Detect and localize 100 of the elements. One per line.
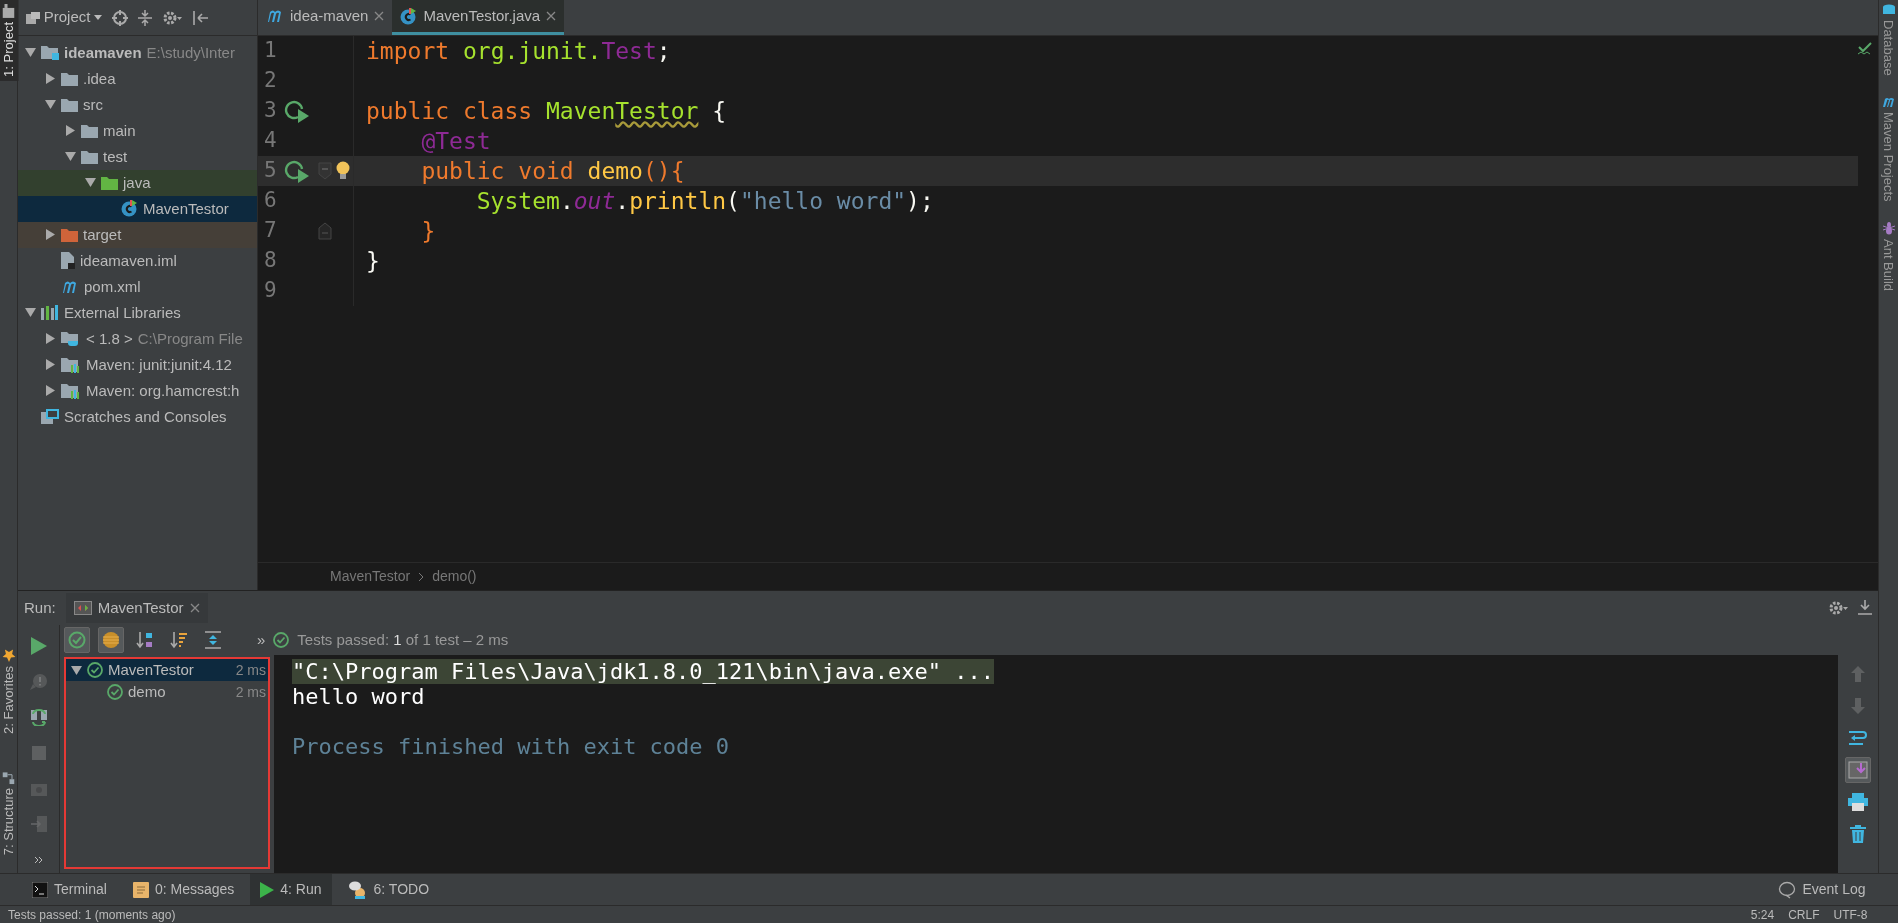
breadcrumb[interactable]: MavenTestor (330, 566, 411, 587)
line-number: 6 (263, 187, 278, 215)
arches-icon (1881, 95, 1896, 108)
settings-icon[interactable] (1828, 600, 1848, 616)
overflow-button[interactable]: » (257, 628, 266, 652)
message-board-icon (132, 881, 149, 898)
tree-row[interactable]: main (18, 117, 257, 144)
tool-tab[interactable]: 0: Messages (122, 873, 245, 906)
trash-icon (1850, 825, 1866, 843)
console-line: hello word (292, 684, 425, 709)
close-icon[interactable] (374, 11, 385, 21)
test-method-row[interactable]: demo 2 ms (66, 681, 268, 703)
run-gutter-icon[interactable] (284, 159, 310, 183)
tool-window-tab[interactable]: 2: Favorites (0, 644, 19, 738)
toggle-button[interactable] (64, 627, 90, 653)
caret-icon (94, 15, 103, 20)
bubble-exclaim-icon (29, 672, 48, 691)
editor-tab[interactable]: MavenTestor.java (392, 0, 565, 35)
folder-icon (61, 71, 78, 86)
wrap-icon (1848, 729, 1868, 747)
tree-row[interactable]: Maven: junit:junit:4.12 (18, 351, 257, 378)
view-dropdown[interactable]: Project (26, 6, 103, 29)
tree-row[interactable]: ideamaven.iml (18, 247, 257, 274)
triangle-right-icon (45, 73, 55, 85)
tree-row[interactable]: MavenTestor (18, 195, 257, 222)
expand-icon (204, 631, 222, 649)
tree-row[interactable]: Scratches and Consoles (18, 403, 257, 430)
tool-window-tab[interactable]: Database (1878, 4, 1898, 76)
settings-icon[interactable] (162, 9, 183, 26)
person-note-icon (347, 880, 368, 899)
line-number: 1 (263, 37, 278, 65)
line-number: 4 (263, 127, 278, 155)
toggle-button[interactable] (98, 627, 124, 653)
console-line: Process finished with exit code 0 (292, 734, 730, 759)
triangle-down-icon (70, 665, 82, 675)
line-number: 7 (263, 217, 278, 245)
tree-row[interactable]: ideamaven E:\study\Inter (18, 39, 257, 66)
run-gutter-icon[interactable] (284, 99, 310, 123)
double-chevron-icon (33, 856, 44, 865)
editor-tab[interactable]: idea-maven (258, 0, 393, 35)
collapse-icon[interactable] (138, 9, 153, 26)
terminal-icon (32, 881, 48, 898)
code-line: @Test (420, 126, 491, 156)
tool-tab[interactable]: 6: TODO (337, 873, 440, 906)
tree-row[interactable]: java (18, 169, 257, 196)
folder-window-icon (26, 11, 40, 24)
test-class-row[interactable]: MavenTestor 2 ms (66, 659, 268, 681)
tree-row[interactable]: test (18, 143, 257, 170)
file-encoding[interactable]: UTF-8 (1833, 905, 1868, 923)
tree-row[interactable]: Maven: org.hamcrest:h (18, 377, 257, 404)
line-separator[interactable]: CRLF (1788, 905, 1820, 923)
folder-bars-icon (61, 356, 81, 373)
breadcrumb[interactable]: demo() (432, 566, 477, 587)
close-icon (189, 603, 200, 613)
play-icon (260, 881, 275, 898)
arches-icon (61, 279, 79, 294)
tool-tab[interactable]: 4: Run (250, 873, 332, 906)
cursor-position[interactable]: 5:24 (1750, 905, 1775, 923)
line-number: 8 (263, 247, 278, 275)
run-tab[interactable]: MavenTestor (65, 592, 208, 624)
code-line: System.out.println("hello word"); (475, 186, 934, 216)
tree-row[interactable]: .idea (18, 65, 257, 92)
striped-circle-icon (102, 631, 120, 649)
tree-row[interactable]: External Libraries (18, 299, 257, 326)
event-log-button[interactable]: Event Log (1768, 873, 1876, 906)
line-number: 9 (263, 277, 278, 305)
panel-title: Run: (24, 597, 56, 618)
folder-icon (61, 97, 78, 112)
tool-window-tab[interactable]: 1: Project (0, 0, 19, 81)
folder-icon (61, 227, 78, 242)
tree-row[interactable]: src (18, 91, 257, 118)
printer-icon (1848, 793, 1868, 811)
tool-window-tab[interactable]: Ant Build (1878, 221, 1898, 292)
tree-row[interactable]: < 1.8 > C:\Program File (18, 325, 257, 352)
test-status: Tests passed: 1 of 1 test – 2 ms (297, 629, 509, 650)
code-line: } (366, 246, 380, 276)
folder-icon (81, 149, 98, 164)
fold-marker-icon[interactable] (318, 222, 332, 240)
arrow-down-icon (1850, 698, 1866, 714)
folder-bars-icon (61, 382, 81, 399)
tool-window-tab[interactable]: Maven Projects (1878, 95, 1898, 202)
crosshair-icon[interactable] (112, 9, 129, 26)
close-icon[interactable] (546, 11, 557, 21)
stop-icon (31, 746, 46, 760)
ant-icon (1881, 221, 1896, 236)
tree-row[interactable]: target (18, 221, 257, 248)
triangle-right-icon (45, 359, 55, 371)
tool-tab[interactable]: Terminal (22, 873, 117, 906)
tool-window-tab[interactable]: 7: Structure (0, 767, 19, 859)
pin-down-icon[interactable] (1858, 600, 1872, 616)
line-number: 3 (263, 97, 278, 125)
folder-icon (81, 123, 98, 138)
lightbulb-icon[interactable] (336, 161, 350, 181)
module-folder-icon (41, 45, 59, 61)
triangle-down-icon (64, 152, 76, 162)
tree-row[interactable]: pom.xml (18, 273, 257, 300)
fold-marker-icon[interactable] (318, 162, 332, 180)
hide-panel-icon[interactable] (192, 9, 209, 26)
folder-icon (101, 175, 118, 190)
triangle-down-icon (24, 48, 36, 58)
